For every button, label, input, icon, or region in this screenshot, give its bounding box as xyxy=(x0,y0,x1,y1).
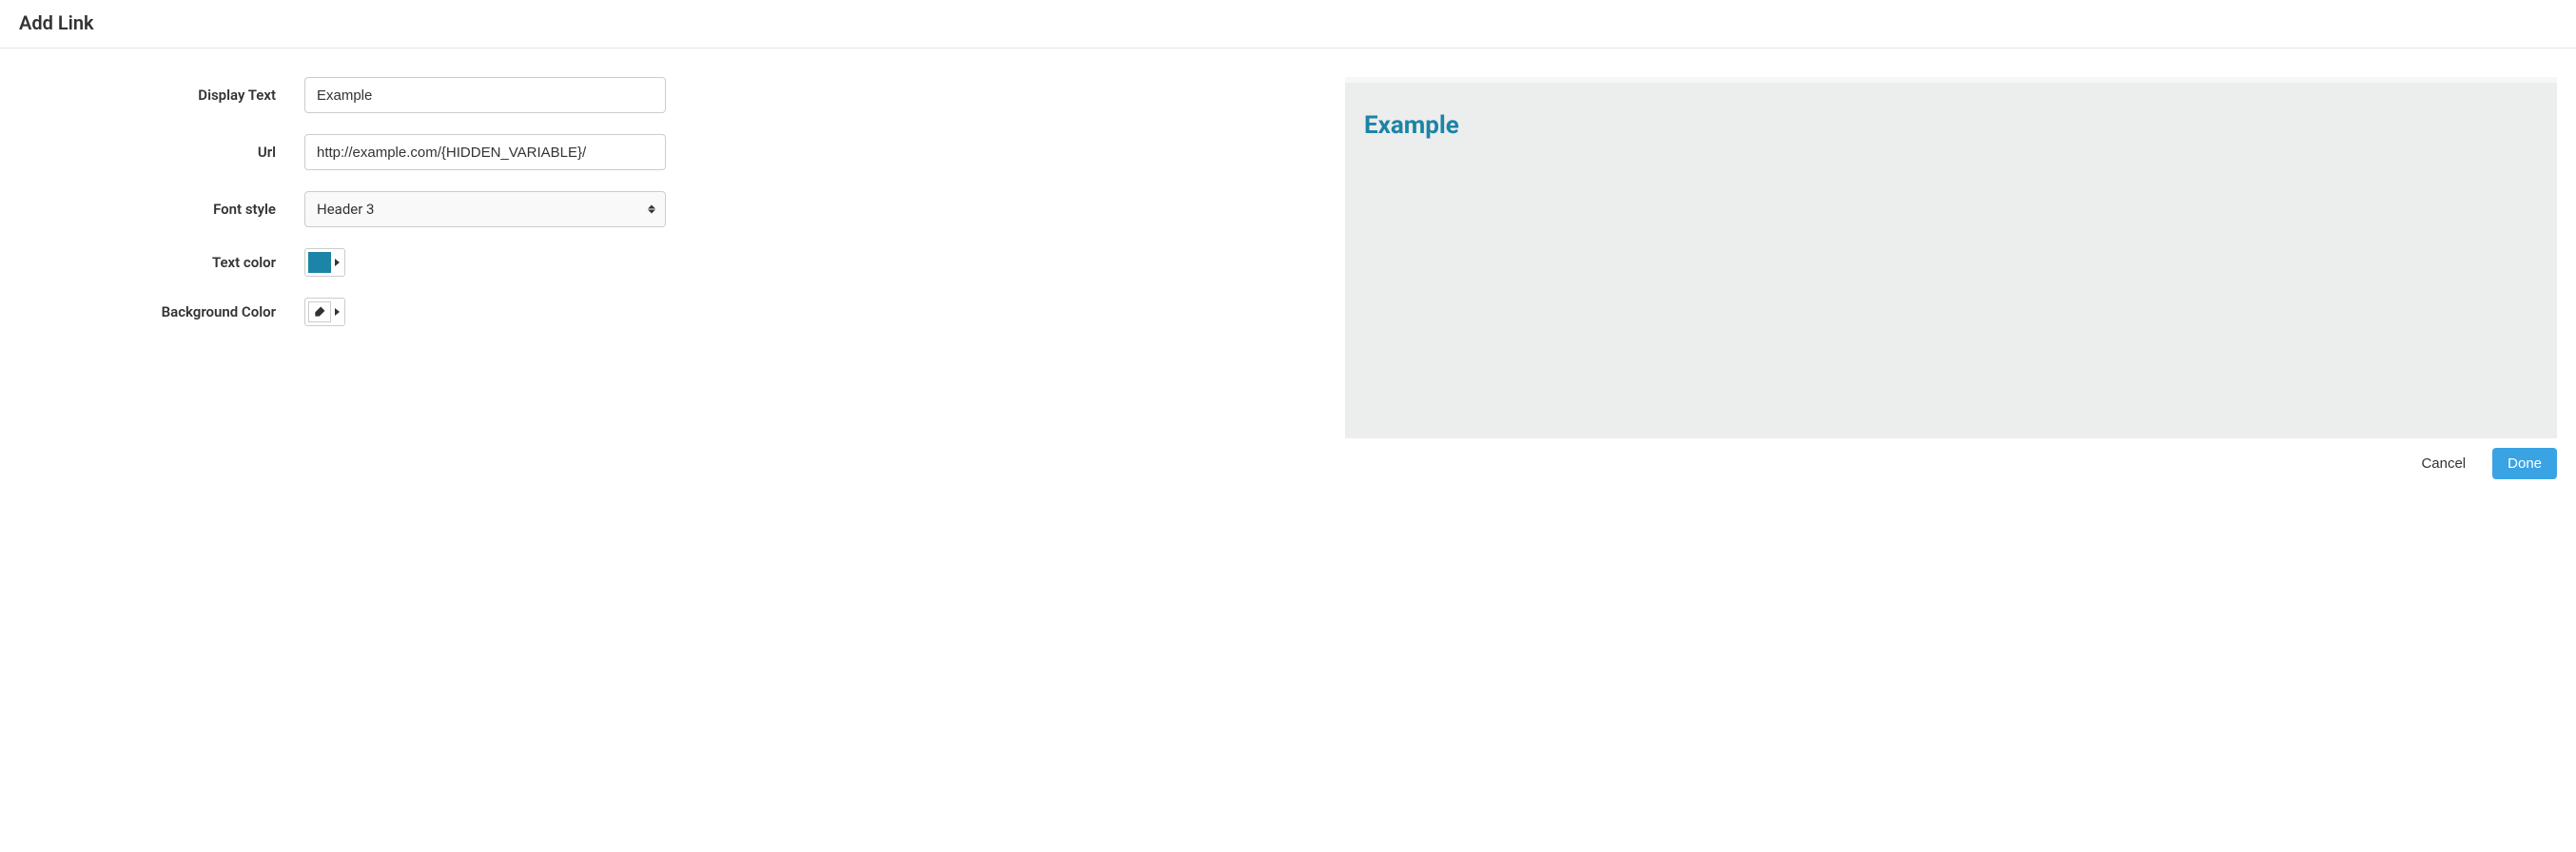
label-background-color: Background Color xyxy=(19,303,304,320)
background-color-picker[interactable] xyxy=(304,298,345,326)
dialog-footer: Cancel Done xyxy=(0,438,2576,498)
label-display-text: Display Text xyxy=(19,87,304,104)
preview-box: Example xyxy=(1345,77,2557,438)
caret-right-icon xyxy=(335,259,340,266)
row-background-color: Background Color xyxy=(19,298,1288,326)
text-color-swatch xyxy=(308,252,331,273)
url-input[interactable] xyxy=(304,134,666,170)
label-text-color: Text color xyxy=(19,254,304,271)
font-style-select[interactable]: Header 3 xyxy=(304,191,666,227)
row-text-color: Text color xyxy=(19,248,1288,277)
text-color-picker[interactable] xyxy=(304,248,345,277)
label-font-style: Font style xyxy=(19,201,304,218)
row-font-style: Font style Header 3 xyxy=(19,191,1288,227)
done-button[interactable]: Done xyxy=(2492,448,2557,479)
cancel-button[interactable]: Cancel xyxy=(2415,455,2471,473)
dialog-header: Add Link xyxy=(0,0,2576,48)
select-caret-icon xyxy=(648,205,655,214)
brush-icon xyxy=(308,301,331,322)
dialog-body: Display Text Url Font style Header 3 xyxy=(0,48,2576,438)
font-style-value: Header 3 xyxy=(317,201,374,218)
form-column: Display Text Url Font style Header 3 xyxy=(0,77,1288,438)
preview-link-text: Example xyxy=(1364,111,2538,140)
row-url: Url xyxy=(19,134,1288,170)
display-text-input[interactable] xyxy=(304,77,666,113)
dialog-title: Add Link xyxy=(19,11,2557,34)
preview-column: Example xyxy=(1345,77,2576,438)
row-display-text: Display Text xyxy=(19,77,1288,113)
label-url: Url xyxy=(19,144,304,161)
caret-right-icon xyxy=(335,308,340,316)
